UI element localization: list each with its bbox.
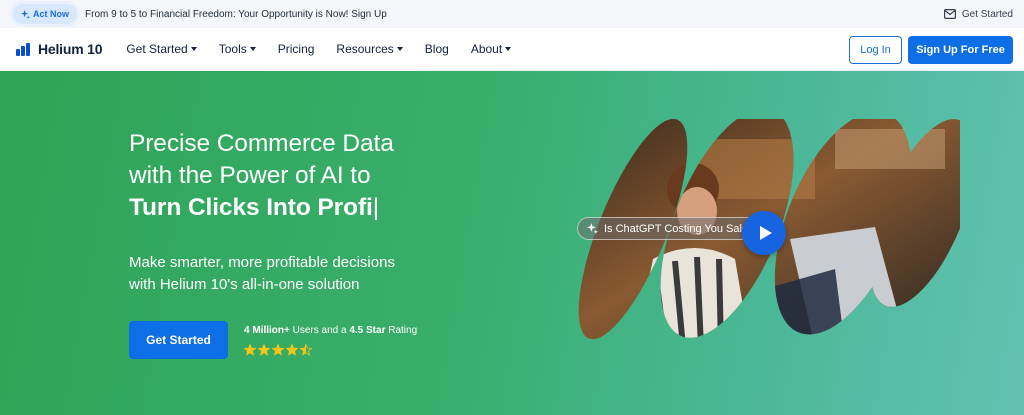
headline-line-3: Turn Clicks Into Profi <box>129 194 373 221</box>
headline-line-2: with the Power of AI to <box>129 162 371 189</box>
rating-text: 4 Million+ Users and a 4.5 Star Rating <box>244 325 417 336</box>
nav-item-blog[interactable]: Blog <box>425 42 449 56</box>
signup-button[interactable]: Sign Up For Free <box>908 36 1013 64</box>
promo-link[interactable]: From 9 to 5 to Financial Freedom: Your O… <box>85 9 387 20</box>
nav-item-label: Resources <box>336 42 394 56</box>
mail-icon <box>943 9 956 19</box>
headline-line-1: Precise Commerce Data <box>129 130 394 157</box>
nav-item-label: Blog <box>424 42 449 56</box>
caret-down-icon <box>396 47 403 51</box>
caret-down-icon <box>249 47 256 51</box>
nav-item-get-started[interactable]: Get Started <box>126 42 197 56</box>
star-half-icon <box>300 344 312 356</box>
sparkle-icon <box>21 9 30 19</box>
users-count: 4 Million+ <box>244 325 290 336</box>
get-started-label: Get Started <box>961 8 1013 20</box>
play-button[interactable] <box>742 211 786 255</box>
video-caption-text: Is ChatGPT Costing You Sales? <box>604 222 760 235</box>
sparkle-icon <box>587 223 598 234</box>
rating-mid-text: Users and a <box>289 325 350 336</box>
subheadline-line-1: Make smarter, more profitable decisions <box>129 254 395 271</box>
announcement-bar: Act Now From 9 to 5 to Financial Freedom… <box>0 0 1024 28</box>
star-rating-value: 4.5 Star <box>349 325 386 336</box>
main-nav: Helium 10 Get Started Tools Pricing Reso… <box>0 28 1024 71</box>
nav-item-about[interactable]: About <box>470 42 512 56</box>
typing-cursor: | <box>372 194 379 221</box>
nav-item-tools[interactable]: Tools <box>219 42 256 56</box>
star-rating <box>244 344 312 356</box>
star-full-icon <box>244 344 256 356</box>
hero-subheadline: Make smarter, more profitable decisions … <box>129 252 395 296</box>
caret-down-icon <box>505 47 512 51</box>
play-icon <box>759 226 772 240</box>
star-full-icon <box>286 344 298 356</box>
hero-headline: Precise Commerce Data with the Power of … <box>129 128 394 224</box>
helium10-logo-icon <box>16 42 33 56</box>
nav-menu: Get Started Tools Pricing Resources Blog… <box>126 42 533 56</box>
nav-item-label: Pricing <box>277 42 315 56</box>
act-now-label: Act Now <box>33 9 69 19</box>
nav-item-label: Get Started <box>126 42 188 56</box>
rating-end-text: Rating <box>385 325 418 336</box>
nav-item-label: Tools <box>218 42 247 56</box>
get-started-link[interactable]: Get Started <box>943 0 1013 28</box>
nav-item-resources[interactable]: Resources <box>336 42 403 56</box>
subheadline-line-2: with Helium 10's all-in-one solution <box>129 276 360 293</box>
nav-item-label: About <box>470 42 503 56</box>
star-full-icon <box>258 344 270 356</box>
hero-section: Precise Commerce Data with the Power of … <box>0 71 1024 415</box>
act-now-pill[interactable]: Act Now <box>13 4 77 24</box>
brand-name: Helium 10 <box>38 41 103 57</box>
hero-get-started-button[interactable]: Get Started <box>129 321 228 359</box>
brand-logo[interactable]: Helium 10 <box>16 41 103 57</box>
caret-down-icon <box>190 47 197 51</box>
star-full-icon <box>272 344 284 356</box>
login-button[interactable]: Log In <box>849 36 902 64</box>
nav-item-pricing[interactable]: Pricing <box>278 42 315 56</box>
